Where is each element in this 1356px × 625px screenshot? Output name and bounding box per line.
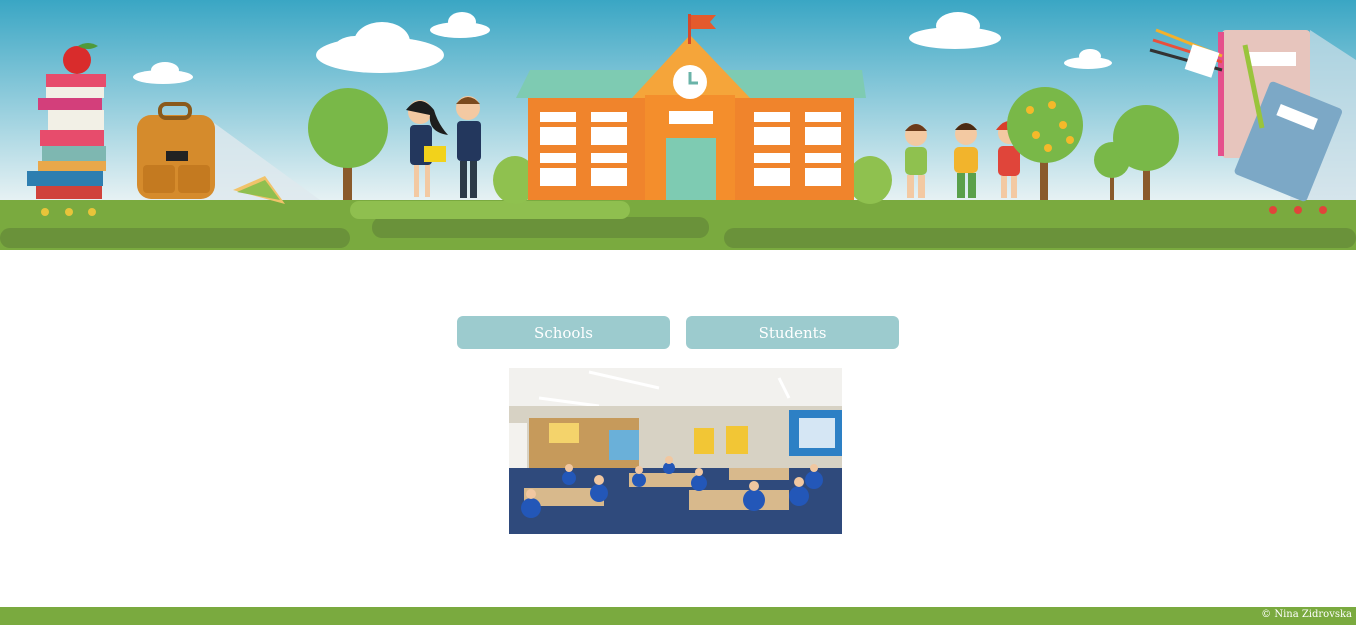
classroom-photo (509, 368, 842, 534)
students-button[interactable]: Students (686, 316, 899, 349)
clock-icon (673, 65, 707, 99)
copyright-credit: © Nina Zidrovska (1261, 609, 1352, 620)
schools-button[interactable]: Schools (457, 316, 670, 349)
header-banner (0, 0, 1356, 250)
children-group-icon (905, 121, 1022, 198)
footer-bar: © Nina Zidrovska (0, 607, 1356, 625)
